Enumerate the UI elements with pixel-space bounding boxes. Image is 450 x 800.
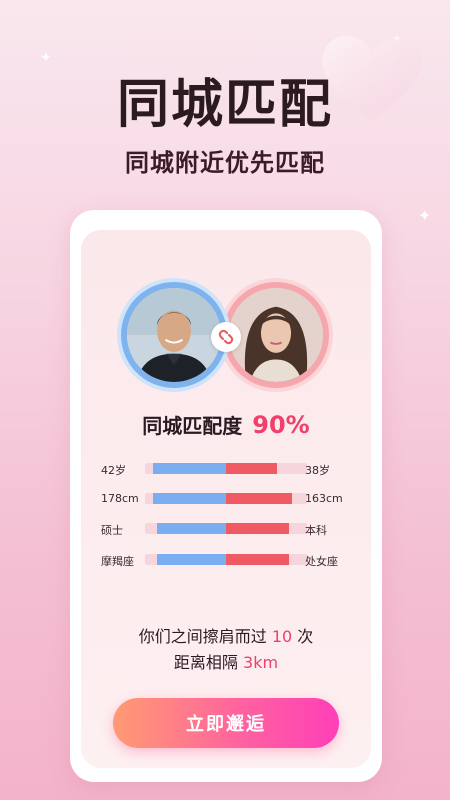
encounter-line-distance: 距离相隔 3km bbox=[81, 650, 371, 676]
compare-row-age: 42岁 38岁 bbox=[81, 460, 371, 480]
meet-now-button[interactable]: 立即邂逅 bbox=[113, 698, 339, 748]
page-subtitle: 同城附近优先匹配 bbox=[125, 149, 325, 177]
distance-value: 3km bbox=[243, 653, 279, 672]
encounter-suffix: 次 bbox=[297, 627, 314, 646]
match-label: 同城匹配度 bbox=[142, 414, 243, 438]
compare-bar-zodiac bbox=[145, 554, 307, 565]
link-icon bbox=[211, 322, 241, 352]
compare-row-zodiac: 摩羯座 处女座 bbox=[81, 551, 371, 571]
bar-blue bbox=[153, 493, 226, 504]
male-portrait bbox=[127, 288, 221, 382]
compare-right-height: 163cm bbox=[305, 492, 343, 505]
encounter-info: 你们之间擦肩而过 10 次 距离相隔 3km bbox=[81, 624, 371, 676]
compare-row-education: 硕士 本科 bbox=[81, 520, 371, 540]
bar-blue bbox=[157, 554, 226, 565]
compare-row-height: 178cm 163cm bbox=[81, 490, 371, 510]
bar-blue bbox=[153, 463, 226, 474]
compare-bar-age bbox=[145, 463, 307, 474]
page-title: 同城匹配 bbox=[116, 75, 333, 135]
phone-frame: 同城匹配度 90% 42岁 38岁 178cm 163cm 硕士 本科 摩羯座 … bbox=[70, 210, 382, 782]
bar-red bbox=[226, 523, 289, 534]
compare-right-education: 本科 bbox=[305, 524, 327, 537]
bar-red bbox=[226, 463, 278, 474]
encounter-prefix: 你们之间擦肩而过 bbox=[138, 627, 267, 646]
distance-prefix: 距离相隔 bbox=[173, 653, 238, 672]
match-value: 90% bbox=[252, 411, 310, 439]
bar-red bbox=[226, 493, 292, 504]
encounter-line-times: 你们之间擦肩而过 10 次 bbox=[81, 624, 371, 650]
match-score: 同城匹配度 90% bbox=[81, 410, 371, 439]
match-card: 同城匹配度 90% 42岁 38岁 178cm 163cm 硕士 本科 摩羯座 … bbox=[81, 230, 371, 768]
bar-red bbox=[226, 554, 289, 565]
sparkle-icon: ✦ bbox=[418, 206, 432, 225]
female-portrait bbox=[229, 288, 323, 382]
compare-bar-education bbox=[145, 523, 307, 534]
bar-blue bbox=[157, 523, 226, 534]
encounter-times: 10 bbox=[271, 627, 293, 646]
compare-right-zodiac: 处女座 bbox=[305, 555, 338, 568]
compare-bar-height bbox=[145, 493, 307, 504]
compare-right-age: 38岁 bbox=[305, 464, 330, 477]
